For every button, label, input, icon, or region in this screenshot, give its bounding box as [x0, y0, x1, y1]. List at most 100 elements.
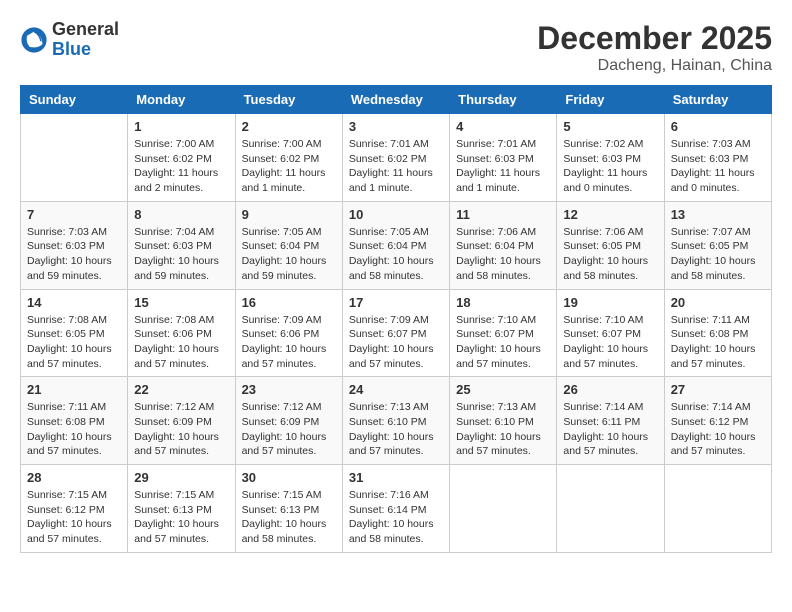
calendar-table: SundayMondayTuesdayWednesdayThursdayFrid… [20, 85, 772, 553]
calendar-cell: 12 Sunrise: 7:06 AM Sunset: 6:05 PM Dayli… [557, 201, 664, 289]
day-info: Sunrise: 7:01 AM Sunset: 6:03 PM Dayligh… [456, 137, 550, 196]
calendar-cell: 4 Sunrise: 7:01 AM Sunset: 6:03 PM Daylig… [450, 114, 557, 202]
day-header: Monday [128, 86, 235, 114]
day-info: Sunrise: 7:12 AM Sunset: 6:09 PM Dayligh… [134, 400, 228, 459]
calendar-cell: 1 Sunrise: 7:00 AM Sunset: 6:02 PM Daylig… [128, 114, 235, 202]
day-info: Sunrise: 7:09 AM Sunset: 6:07 PM Dayligh… [349, 313, 443, 372]
day-info: Sunrise: 7:13 AM Sunset: 6:10 PM Dayligh… [456, 400, 550, 459]
day-info: Sunrise: 7:07 AM Sunset: 6:05 PM Dayligh… [671, 225, 765, 284]
day-number: 14 [27, 295, 121, 310]
calendar-cell: 10 Sunrise: 7:05 AM Sunset: 6:04 PM Dayli… [342, 201, 449, 289]
day-header: Saturday [664, 86, 771, 114]
calendar-cell: 24 Sunrise: 7:13 AM Sunset: 6:10 PM Dayli… [342, 377, 449, 465]
calendar-cell: 17 Sunrise: 7:09 AM Sunset: 6:07 PM Dayli… [342, 289, 449, 377]
day-number: 6 [671, 119, 765, 134]
day-info: Sunrise: 7:05 AM Sunset: 6:04 PM Dayligh… [242, 225, 336, 284]
day-info: Sunrise: 7:10 AM Sunset: 6:07 PM Dayligh… [456, 313, 550, 372]
location: Dacheng, Hainan, China [537, 57, 772, 75]
day-header: Tuesday [235, 86, 342, 114]
day-info: Sunrise: 7:16 AM Sunset: 6:14 PM Dayligh… [349, 488, 443, 547]
calendar-cell: 5Sunrise: 7:02 AM Sunset: 6:03 PM Daylig… [557, 114, 664, 202]
page-header: General Blue December 2025 Dacheng, Hain… [20, 20, 772, 75]
day-number: 11 [456, 207, 550, 222]
calendar-header-row: SundayMondayTuesdayWednesdayThursdayFrid… [21, 86, 772, 114]
day-info: Sunrise: 7:01 AM Sunset: 6:02 PM Dayligh… [349, 137, 443, 196]
day-header: Friday [557, 86, 664, 114]
calendar-cell: 16 Sunrise: 7:09 AM Sunset: 6:06 PM Dayli… [235, 289, 342, 377]
logo-general: General [52, 20, 119, 40]
day-info: Sunrise: 7:09 AM Sunset: 6:06 PM Dayligh… [242, 313, 336, 372]
day-info: Sunrise: 7:11 AM Sunset: 6:08 PM Dayligh… [27, 400, 121, 459]
day-info: Sunrise: 7:08 AM Sunset: 6:05 PM Dayligh… [27, 313, 121, 372]
day-number: 28 [27, 470, 121, 485]
day-number: 1 [134, 119, 228, 134]
day-number: 13 [671, 207, 765, 222]
calendar-cell: 14 Sunrise: 7:08 AM Sunset: 6:05 PM Dayli… [21, 289, 128, 377]
day-info: Sunrise: 7:13 AM Sunset: 6:10 PM Dayligh… [349, 400, 443, 459]
day-info: Sunrise: 7:10 AM Sunset: 6:07 PM Dayligh… [563, 313, 657, 372]
day-info: Sunrise: 7:06 AM Sunset: 6:04 PM Dayligh… [456, 225, 550, 284]
day-number: 30 [242, 470, 336, 485]
day-info: Sunrise: 7:06 AM Sunset: 6:05 PM Dayligh… [563, 225, 657, 284]
day-number: 19 [563, 295, 657, 310]
day-info: Sunrise: 7:15 AM Sunset: 6:13 PM Dayligh… [134, 488, 228, 547]
calendar-cell: 9Sunrise: 7:05 AM Sunset: 6:04 PM Daylig… [235, 201, 342, 289]
day-number: 7 [27, 207, 121, 222]
calendar-cell: 27 Sunrise: 7:14 AM Sunset: 6:12 PM Dayli… [664, 377, 771, 465]
day-number: 29 [134, 470, 228, 485]
day-number: 2 [242, 119, 336, 134]
day-number: 22 [134, 382, 228, 397]
day-info: Sunrise: 7:15 AM Sunset: 6:13 PM Dayligh… [242, 488, 336, 547]
calendar-cell: 13 Sunrise: 7:07 AM Sunset: 6:05 PM Dayli… [664, 201, 771, 289]
title-area: December 2025 Dacheng, Hainan, China [537, 20, 772, 75]
day-info: Sunrise: 7:03 AM Sunset: 6:03 PM Dayligh… [671, 137, 765, 196]
day-number: 27 [671, 382, 765, 397]
day-info: Sunrise: 7:02 AM Sunset: 6:03 PM Dayligh… [563, 137, 657, 196]
logo: General Blue [20, 20, 119, 60]
day-info: Sunrise: 7:00 AM Sunset: 6:02 PM Dayligh… [242, 137, 336, 196]
day-number: 15 [134, 295, 228, 310]
calendar-cell: 29 Sunrise: 7:15 AM Sunset: 6:13 PM Dayli… [128, 465, 235, 553]
calendar-cell: 3 Sunrise: 7:01 AM Sunset: 6:02 PM Daylig… [342, 114, 449, 202]
day-number: 26 [563, 382, 657, 397]
day-number: 31 [349, 470, 443, 485]
calendar-cell: 7 Sunrise: 7:03 AM Sunset: 6:03 PM Daylig… [21, 201, 128, 289]
day-number: 10 [349, 207, 443, 222]
calendar-cell: 25 Sunrise: 7:13 AM Sunset: 6:10 PM Dayli… [450, 377, 557, 465]
calendar-cell: 18 Sunrise: 7:10 AM Sunset: 6:07 PM Dayli… [450, 289, 557, 377]
calendar-cell [557, 465, 664, 553]
day-number: 24 [349, 382, 443, 397]
logo-blue: Blue [52, 40, 119, 60]
calendar-cell [450, 465, 557, 553]
day-info: Sunrise: 7:00 AM Sunset: 6:02 PM Dayligh… [134, 137, 228, 196]
calendar-cell: 20Sunrise: 7:11 AM Sunset: 6:08 PM Dayli… [664, 289, 771, 377]
calendar-cell [664, 465, 771, 553]
day-number: 25 [456, 382, 550, 397]
calendar-cell: 23Sunrise: 7:12 AM Sunset: 6:09 PM Dayli… [235, 377, 342, 465]
calendar-cell: 28 Sunrise: 7:15 AM Sunset: 6:12 PM Dayli… [21, 465, 128, 553]
calendar-cell: 6 Sunrise: 7:03 AM Sunset: 6:03 PM Daylig… [664, 114, 771, 202]
day-number: 16 [242, 295, 336, 310]
day-number: 12 [563, 207, 657, 222]
day-number: 18 [456, 295, 550, 310]
calendar-week-row: 21Sunrise: 7:11 AM Sunset: 6:08 PM Dayli… [21, 377, 772, 465]
day-number: 3 [349, 119, 443, 134]
calendar-cell: 31 Sunrise: 7:16 AM Sunset: 6:14 PM Dayli… [342, 465, 449, 553]
calendar-cell: 30 Sunrise: 7:15 AM Sunset: 6:13 PM Dayli… [235, 465, 342, 553]
day-info: Sunrise: 7:14 AM Sunset: 6:11 PM Dayligh… [563, 400, 657, 459]
calendar-cell: 2 Sunrise: 7:00 AM Sunset: 6:02 PM Daylig… [235, 114, 342, 202]
day-info: Sunrise: 7:04 AM Sunset: 6:03 PM Dayligh… [134, 225, 228, 284]
calendar-cell: 15Sunrise: 7:08 AM Sunset: 6:06 PM Dayli… [128, 289, 235, 377]
day-info: Sunrise: 7:14 AM Sunset: 6:12 PM Dayligh… [671, 400, 765, 459]
day-number: 17 [349, 295, 443, 310]
day-number: 8 [134, 207, 228, 222]
day-info: Sunrise: 7:11 AM Sunset: 6:08 PM Dayligh… [671, 313, 765, 372]
calendar-week-row: 14 Sunrise: 7:08 AM Sunset: 6:05 PM Dayli… [21, 289, 772, 377]
day-info: Sunrise: 7:15 AM Sunset: 6:12 PM Dayligh… [27, 488, 121, 547]
day-info: Sunrise: 7:05 AM Sunset: 6:04 PM Dayligh… [349, 225, 443, 284]
logo-text: General Blue [52, 20, 119, 60]
day-number: 4 [456, 119, 550, 134]
logo-icon [20, 26, 48, 54]
calendar-week-row: 28 Sunrise: 7:15 AM Sunset: 6:12 PM Dayli… [21, 465, 772, 553]
day-info: Sunrise: 7:03 AM Sunset: 6:03 PM Dayligh… [27, 225, 121, 284]
